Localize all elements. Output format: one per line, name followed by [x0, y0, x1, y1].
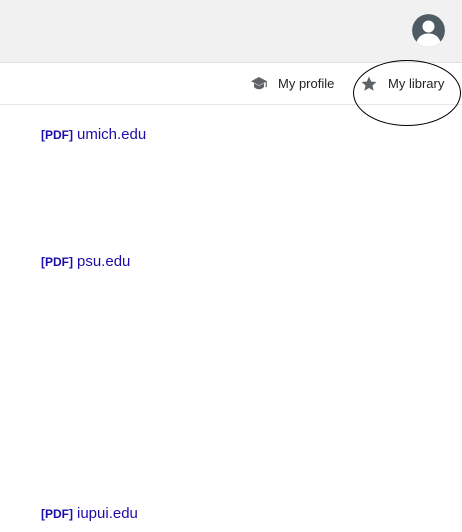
my-library-link[interactable]: My library — [360, 63, 444, 104]
pdf-source: umich.edu — [77, 126, 147, 143]
pdf-source: iupui.edu — [77, 505, 138, 522]
top-bar — [0, 0, 462, 63]
star-icon — [360, 75, 378, 93]
graduation-cap-icon — [250, 75, 268, 93]
pdf-link-psu[interactable]: [PDF] psu.edu — [41, 253, 130, 270]
account-avatar-icon[interactable] — [412, 14, 445, 47]
my-profile-label: My profile — [278, 76, 335, 91]
pdf-tag: [PDF] — [41, 128, 73, 142]
pdf-tag: [PDF] — [41, 507, 73, 521]
pdf-source: psu.edu — [77, 253, 131, 270]
pdf-link-umich[interactable]: [PDF] umich.edu — [41, 126, 146, 143]
pdf-tag: [PDF] — [41, 255, 73, 269]
my-profile-link[interactable]: My profile — [250, 63, 334, 104]
pdf-link-iupui[interactable]: [PDF] iupui.edu — [41, 505, 138, 522]
my-library-label: My library — [388, 76, 445, 91]
nav-bar: My profile My library — [0, 63, 462, 105]
